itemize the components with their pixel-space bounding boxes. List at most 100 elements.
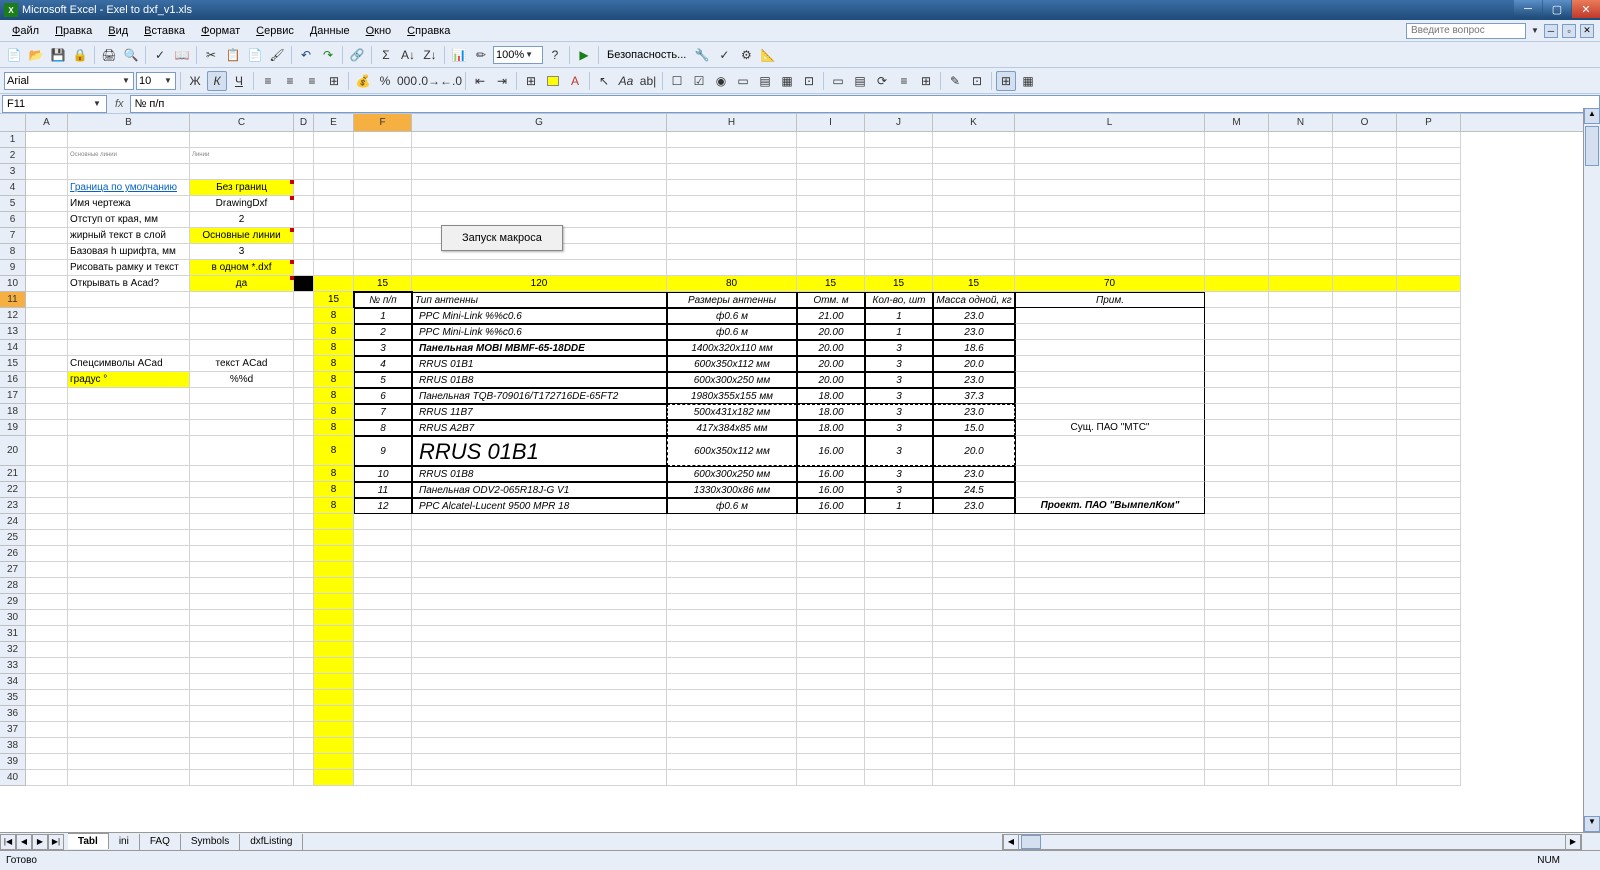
cell-E8[interactable] [314, 244, 354, 260]
cell-B6[interactable]: Отступ от края, мм [68, 212, 190, 228]
drawing-button[interactable]: ✏ [471, 45, 491, 65]
cell-C11[interactable] [190, 292, 294, 308]
cell-B8[interactable]: Базовая h шрифта, мм [68, 244, 190, 260]
cell-K4[interactable] [933, 180, 1015, 196]
cell-J8[interactable] [865, 244, 933, 260]
cell-K9[interactable] [933, 260, 1015, 276]
cell-F31[interactable] [354, 626, 412, 642]
cell-K5[interactable] [933, 196, 1015, 212]
cell-F30[interactable] [354, 610, 412, 626]
cell-M16[interactable] [1205, 372, 1269, 388]
cell-B1[interactable] [68, 132, 190, 148]
close-button[interactable]: ✕ [1572, 0, 1600, 18]
cell-J21[interactable]: 3 [865, 466, 933, 482]
draw-btn-1[interactable]: ↖ [594, 71, 614, 91]
cell-K7[interactable] [933, 228, 1015, 244]
cell-H11[interactable]: Размеры антенны [667, 292, 797, 308]
cell-D38[interactable] [294, 738, 314, 754]
cell-L31[interactable] [1015, 626, 1205, 642]
cell-I20[interactable]: 16.00 [797, 436, 865, 466]
run-macro-sheet-button[interactable]: Запуск макроса [441, 225, 563, 251]
cell-O5[interactable] [1333, 196, 1397, 212]
cell-I29[interactable] [797, 594, 865, 610]
doc-minimize-button[interactable]: ─ [1544, 24, 1558, 38]
cell-M7[interactable] [1205, 228, 1269, 244]
cell-G38[interactable] [412, 738, 667, 754]
cell-G13[interactable]: PPC Mini-Link %%c0.6 [412, 324, 667, 340]
cell-J1[interactable] [865, 132, 933, 148]
cell-M15[interactable] [1205, 356, 1269, 372]
cell-M5[interactable] [1205, 196, 1269, 212]
cell-F13[interactable]: 2 [354, 324, 412, 340]
col-header-C[interactable]: C [190, 114, 294, 131]
cell-B37[interactable] [68, 722, 190, 738]
cell-P34[interactable] [1397, 674, 1461, 690]
form-btn-12[interactable]: ⊞ [916, 71, 936, 91]
cell-G34[interactable] [412, 674, 667, 690]
cell-J33[interactable] [865, 658, 933, 674]
cell-A19[interactable] [26, 420, 68, 436]
underline-button[interactable]: Ч [229, 71, 249, 91]
cell-P31[interactable] [1397, 626, 1461, 642]
cell-E16[interactable]: 8 [314, 372, 354, 388]
cell-K27[interactable] [933, 562, 1015, 578]
cell-D39[interactable] [294, 754, 314, 770]
cell-K15[interactable]: 20.0 [933, 356, 1015, 372]
cell-J30[interactable] [865, 610, 933, 626]
cell-I15[interactable]: 20.00 [797, 356, 865, 372]
cell-P9[interactable] [1397, 260, 1461, 276]
cell-D26[interactable] [294, 546, 314, 562]
cell-D36[interactable] [294, 706, 314, 722]
cell-P17[interactable] [1397, 388, 1461, 404]
row-header-3[interactable]: 3 [0, 164, 26, 180]
cell-N14[interactable] [1269, 340, 1333, 356]
cell-G4[interactable] [412, 180, 667, 196]
cell-L39[interactable] [1015, 754, 1205, 770]
cell-K16[interactable]: 23.0 [933, 372, 1015, 388]
cell-N26[interactable] [1269, 546, 1333, 562]
cell-N40[interactable] [1269, 770, 1333, 786]
cell-P3[interactable] [1397, 164, 1461, 180]
col-header-P[interactable]: P [1397, 114, 1461, 131]
cell-C36[interactable] [190, 706, 294, 722]
cell-D37[interactable] [294, 722, 314, 738]
cell-H21[interactable]: 600x300x250 мм [667, 466, 797, 482]
cell-C2[interactable]: Линии [190, 148, 294, 164]
cell-F40[interactable] [354, 770, 412, 786]
menu-Правка[interactable]: Правка [47, 23, 100, 39]
merge-button[interactable]: ⊞ [324, 71, 344, 91]
cell-L33[interactable] [1015, 658, 1205, 674]
cell-N23[interactable] [1269, 498, 1333, 514]
cell-E38[interactable] [314, 738, 354, 754]
cell-O14[interactable] [1333, 340, 1397, 356]
form-btn-8[interactable]: ▭ [828, 71, 848, 91]
cell-A27[interactable] [26, 562, 68, 578]
cell-G9[interactable] [412, 260, 667, 276]
cell-O2[interactable] [1333, 148, 1397, 164]
cell-K39[interactable] [933, 754, 1015, 770]
cell-D17[interactable] [294, 388, 314, 404]
cell-N5[interactable] [1269, 196, 1333, 212]
cell-E37[interactable] [314, 722, 354, 738]
cell-I7[interactable] [797, 228, 865, 244]
cell-M28[interactable] [1205, 578, 1269, 594]
cell-F29[interactable] [354, 594, 412, 610]
col-header-H[interactable]: H [667, 114, 797, 131]
cell-K13[interactable]: 23.0 [933, 324, 1015, 340]
inc-decimal-button[interactable]: .0→ [419, 71, 439, 91]
bold-button[interactable]: Ж [185, 71, 205, 91]
cell-M32[interactable] [1205, 642, 1269, 658]
cell-H14[interactable]: 1400x320x110 мм [667, 340, 797, 356]
cell-I6[interactable] [797, 212, 865, 228]
cell-M22[interactable] [1205, 482, 1269, 498]
cell-O32[interactable] [1333, 642, 1397, 658]
cell-A6[interactable] [26, 212, 68, 228]
cell-E27[interactable] [314, 562, 354, 578]
cell-J35[interactable] [865, 690, 933, 706]
fx-label[interactable]: fx [115, 98, 124, 110]
cell-K28[interactable] [933, 578, 1015, 594]
cell-I21[interactable]: 16.00 [797, 466, 865, 482]
cell-C25[interactable] [190, 530, 294, 546]
research-button[interactable]: 📖 [172, 45, 192, 65]
cell-E22[interactable]: 8 [314, 482, 354, 498]
